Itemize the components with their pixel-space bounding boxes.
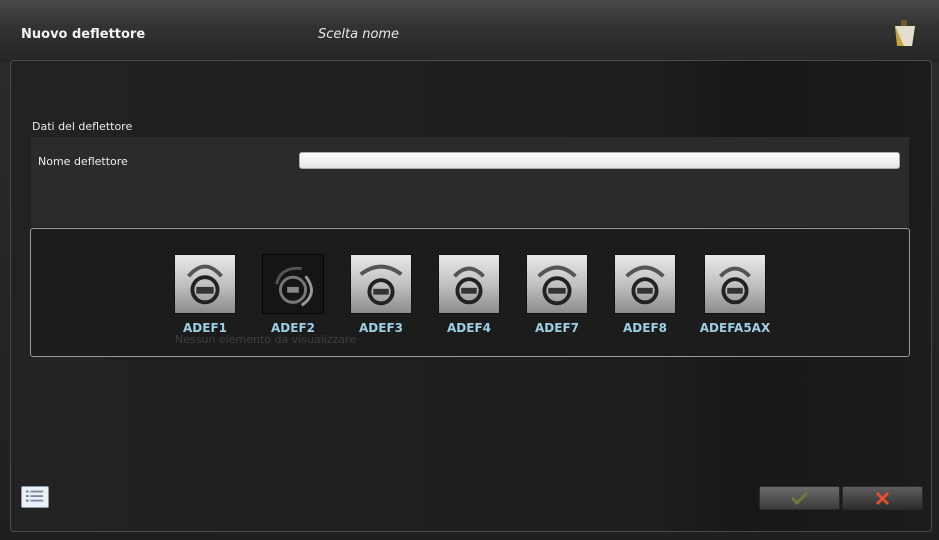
deflector-image-icon <box>350 254 412 314</box>
check-icon <box>790 491 809 506</box>
tile-label: ADEF7 <box>535 321 579 335</box>
deflector-tile-adef8[interactable]: ADEF8 <box>611 254 679 335</box>
deflector-image-icon <box>526 254 588 314</box>
close-icon <box>875 491 890 506</box>
name-label: Nome deflettore <box>38 155 128 168</box>
window-title: Nuovo deflettore <box>21 27 146 42</box>
tile-label: ADEF1 <box>183 321 227 335</box>
tile-label: ADEFA5AX <box>699 321 771 335</box>
list-icon <box>25 490 44 502</box>
section-title: Dati del deflettore <box>32 120 133 133</box>
tile-label: ADEF8 <box>623 321 667 335</box>
title-bar: Nuovo deflettore Scelta nome <box>0 0 939 62</box>
confirm-button[interactable] <box>759 486 840 510</box>
step-title: Scelta nome <box>318 27 400 42</box>
deflector-image-icon <box>174 254 236 314</box>
name-row <box>31 137 909 227</box>
deflector-tile-adef2[interactable]: ADEF2 <box>259 254 327 335</box>
deflector-tile-adefa5ax[interactable]: ADEFA5AX <box>699 254 771 335</box>
list-button[interactable] <box>21 486 49 508</box>
dialog-window: Nuovo deflettore Scelta nome Dati del de… <box>0 0 939 540</box>
deflector-image-icon <box>704 254 766 314</box>
deflector-name-input[interactable] <box>299 152 900 169</box>
deflector-tile-adef3[interactable]: ADEF3 <box>347 254 415 335</box>
tile-label: ADEF2 <box>271 321 315 335</box>
deflector-tile-adef4[interactable]: ADEF4 <box>435 254 503 335</box>
deflector-image-icon <box>614 254 676 314</box>
deflector-image-icon <box>262 254 324 314</box>
tile-label: ADEF4 <box>447 321 491 335</box>
app-logo-icon <box>895 20 915 46</box>
deflector-image-icon <box>438 254 500 314</box>
cancel-button[interactable] <box>842 486 923 510</box>
deflector-tile-adef1[interactable]: ADEF1 <box>171 254 239 335</box>
deflector-tile-adef7[interactable]: ADEF7 <box>523 254 591 335</box>
tile-label: ADEF3 <box>359 321 403 335</box>
